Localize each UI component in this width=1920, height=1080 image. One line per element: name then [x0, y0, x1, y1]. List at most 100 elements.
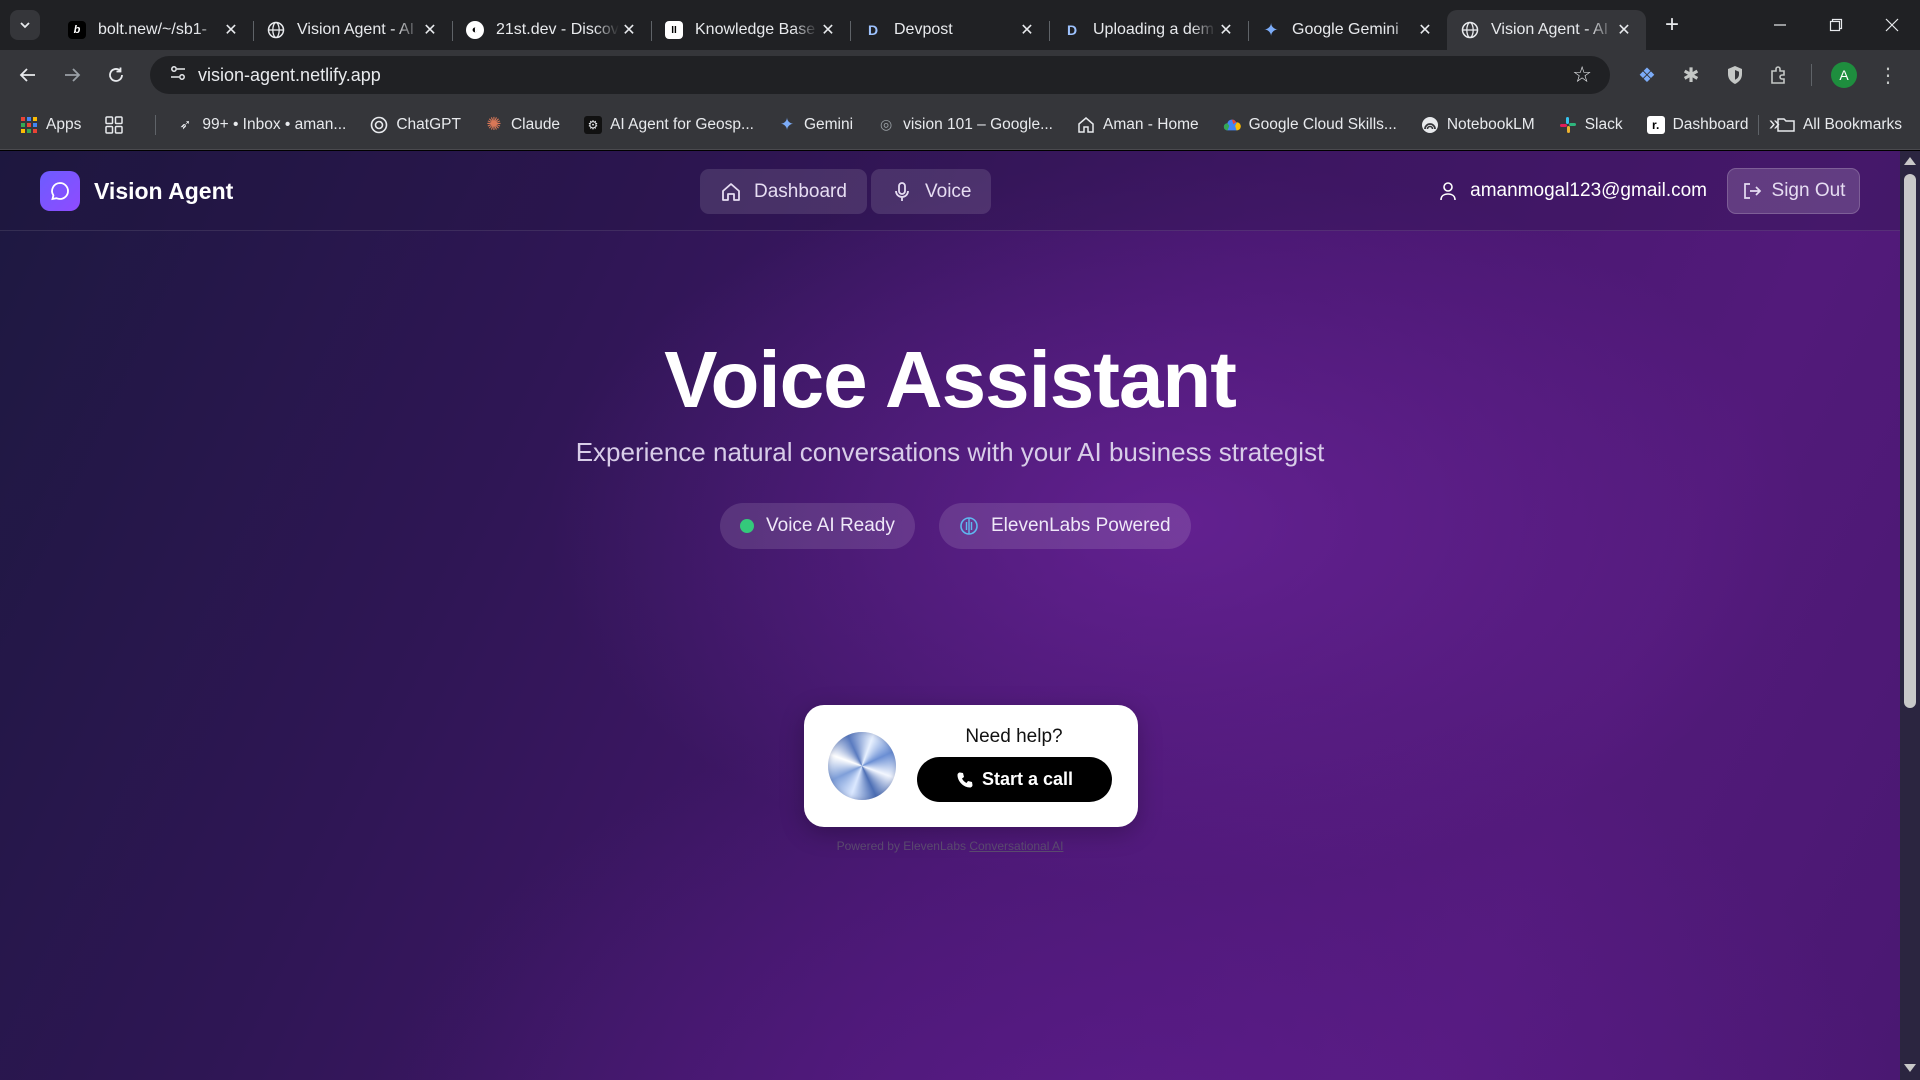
reload-icon	[109, 67, 123, 82]
nav-dashboard[interactable]: Dashboard	[700, 169, 867, 214]
back-button[interactable]	[6, 53, 50, 97]
nav-voice[interactable]: Voice	[871, 169, 992, 214]
bookmark-item[interactable]: Slack	[1559, 116, 1623, 134]
conversational-ai-link[interactable]: Conversational AI	[969, 839, 1063, 853]
bookmark-item[interactable]: NotebookLM	[1421, 116, 1535, 134]
sign-out-button[interactable]: Sign Out	[1727, 168, 1860, 214]
mic-icon	[895, 181, 909, 201]
bookmark-label: Apps	[46, 115, 82, 133]
bookmark-item[interactable]: ChatGPT	[370, 116, 461, 134]
browser-tab[interactable]: D Uploading a dem ✕	[1049, 10, 1248, 50]
start-call-label: Start a call	[981, 769, 1074, 789]
new-tab-button[interactable]: +	[1656, 9, 1688, 41]
close-icon[interactable]: ✕	[1017, 20, 1037, 40]
tab-search-button[interactable]	[10, 10, 40, 40]
scroll-up-arrow-icon[interactable]	[1904, 157, 1916, 165]
send-icon: ➶	[179, 116, 192, 132]
bookmark-label: Aman - Home	[1103, 115, 1199, 133]
dashboard-icon: r.	[1646, 115, 1665, 134]
tab-title: Devpost	[894, 21, 953, 38]
close-icon[interactable]: ✕	[420, 20, 440, 40]
bookmark-item[interactable]: r. Dashboard	[1646, 115, 1748, 134]
status-badge-voice-ready: Voice AI Ready	[720, 503, 915, 549]
bookmark-item[interactable]: ✦ Gemini	[778, 115, 854, 134]
close-icon[interactable]: ✕	[818, 20, 838, 40]
tab-title: Vision Agent - AI	[297, 21, 415, 38]
menu-kebab-icon[interactable]: ⋮	[1866, 53, 1910, 97]
arrow-left-icon	[19, 68, 35, 82]
tab-title: Vision Agent - AI	[1491, 21, 1609, 38]
elevenlabs-icon	[960, 517, 978, 535]
close-icon[interactable]: ✕	[1216, 20, 1236, 40]
bookmarks-divider	[155, 114, 157, 135]
bookmark-label: All Bookmarks	[1802, 115, 1902, 133]
page-title: Voice Assistant	[664, 335, 1237, 424]
shield-icon[interactable]	[1713, 53, 1757, 97]
app-brand[interactable]: Vision Agent	[94, 178, 233, 205]
extensions-puzzle-icon[interactable]	[1757, 53, 1801, 97]
bookmarks-divider	[1757, 114, 1759, 135]
close-icon[interactable]: ✕	[1614, 20, 1634, 40]
reload-button[interactable]	[94, 53, 138, 97]
apps-grid-icon	[20, 116, 38, 134]
url-text[interactable]: vision-agent.netlify.app	[198, 65, 381, 86]
close-icon[interactable]: ✕	[221, 20, 241, 40]
all-bookmarks-button[interactable]: All Bookmarks	[1757, 114, 1902, 135]
status-badge-elevenlabs: ElevenLabs Powered	[939, 503, 1191, 549]
close-window-button[interactable]	[1864, 0, 1920, 50]
toolbar-extensions: ❖ ✱ A ⋮	[1625, 53, 1910, 97]
address-bar[interactable]: vision-agent.netlify.app ☆	[150, 56, 1610, 94]
bookmark-item[interactable]: Aman - Home	[1077, 116, 1199, 134]
gemini-icon: ✦	[1263, 19, 1279, 40]
restore-button[interactable]	[1808, 0, 1864, 50]
close-icon	[1885, 18, 1899, 32]
bookmark-label: Google Cloud Skills...	[1248, 115, 1397, 133]
devpost-icon: D	[867, 22, 879, 38]
close-icon[interactable]: ✕	[1415, 20, 1435, 40]
tab-title: bolt.new/~/sb1-	[98, 21, 207, 38]
nav-label: Voice	[925, 180, 972, 202]
bookmark-item[interactable]: ➶ 99+ • Inbox • aman...	[176, 116, 346, 134]
nav-label: Dashboard	[754, 180, 847, 202]
browser-tab[interactable]: ◐ 21st.dev - Discov ✕	[452, 10, 651, 50]
minimize-button[interactable]	[1752, 0, 1808, 50]
browser-tab[interactable]: ✦ Google Gemini ✕	[1248, 10, 1447, 50]
bookmark-label: Slack	[1584, 115, 1623, 133]
bookmark-item[interactable]: ⚙ AI Agent for Geosp...	[584, 115, 754, 134]
browser-tabstrip: b bolt.new/~/sb1- ✕ Vision Agent - AI ✕ …	[0, 0, 1920, 50]
browser-tab-active[interactable]: Vision Agent - AI ✕	[1447, 10, 1646, 50]
browser-tab[interactable]: D Devpost ✕	[850, 10, 1049, 50]
extension-cube-icon[interactable]: ❖	[1625, 53, 1669, 97]
extension-puzzle-dark-icon[interactable]: ✱	[1669, 53, 1713, 97]
voice-call-widget: Need help? Start a call	[804, 705, 1138, 827]
profile-button[interactable]: A	[1822, 53, 1866, 97]
user-email: amanmogal123@gmail.com	[1470, 180, 1707, 201]
browser-tab[interactable]: b bolt.new/~/sb1- ✕	[54, 10, 253, 50]
powered-by-text: Powered by ElevenLabs Conversational AI	[0, 839, 1900, 853]
forward-button[interactable]	[50, 53, 94, 97]
notebook-icon	[1421, 116, 1439, 134]
home-icon	[722, 182, 740, 201]
bookmark-item[interactable]: ◎ vision 101 – Google...	[877, 116, 1053, 134]
browser-tab[interactable]: II Knowledge Base ✕	[651, 10, 850, 50]
scrollbar-thumb[interactable]	[1904, 174, 1916, 708]
browser-tab[interactable]: Vision Agent - AI ✕	[253, 10, 452, 50]
app-logo[interactable]	[40, 171, 80, 211]
log-out-icon	[1743, 183, 1761, 199]
site-info-icon[interactable]	[158, 64, 198, 87]
close-icon[interactable]: ✕	[619, 20, 639, 40]
restore-icon	[1829, 18, 1843, 32]
bookmark-item[interactable]: ✺ Claude	[485, 114, 560, 134]
chevron-down-icon	[20, 22, 30, 29]
tab-title: Knowledge Base	[695, 21, 816, 38]
widget-title: Need help?	[965, 726, 1063, 747]
folder-icon	[1777, 116, 1795, 134]
voice-orb-avatar	[828, 732, 896, 800]
scroll-down-arrow-icon[interactable]	[1904, 1064, 1916, 1072]
bookmark-item[interactable]: Google Cloud Skills...	[1223, 116, 1397, 134]
bookmark-tab-groups[interactable]	[105, 115, 131, 134]
bookmark-label: Gemini	[803, 115, 854, 133]
bookmark-star-icon[interactable]: ☆	[1572, 62, 1592, 88]
start-call-button[interactable]: Start a call	[917, 757, 1112, 802]
bookmark-apps[interactable]: Apps	[20, 116, 81, 134]
